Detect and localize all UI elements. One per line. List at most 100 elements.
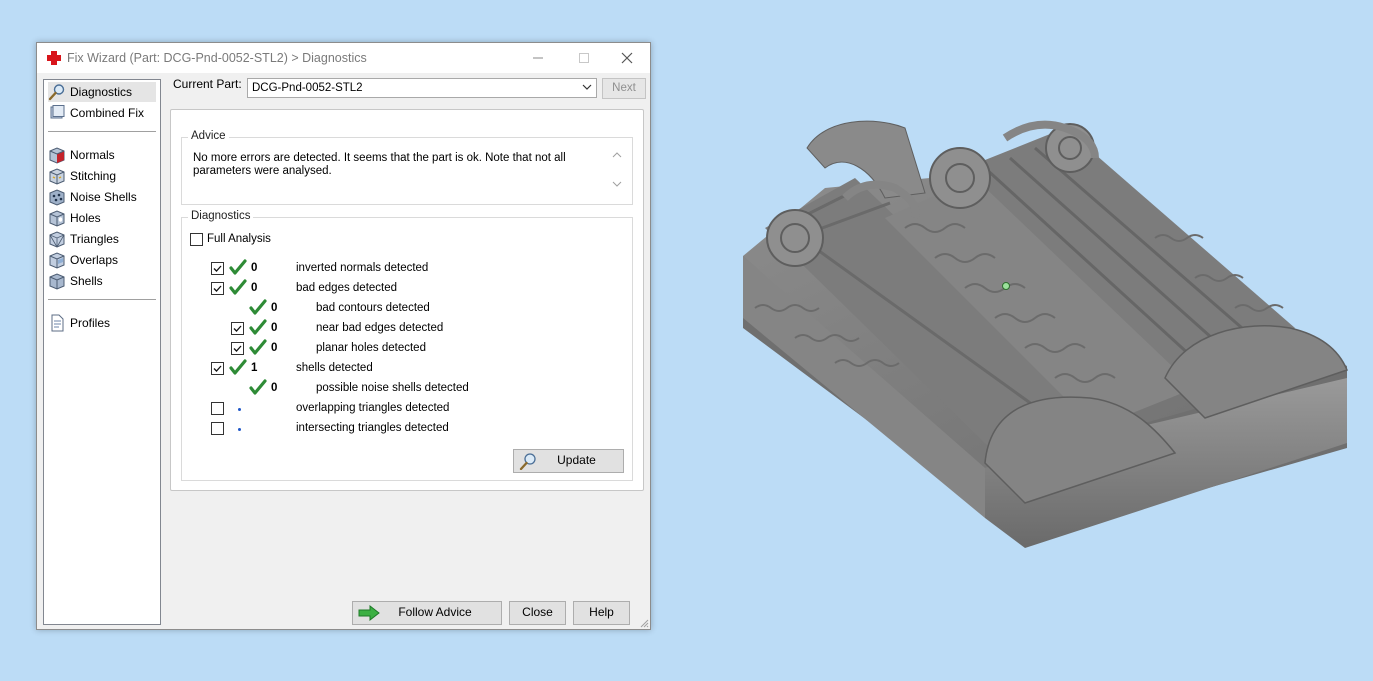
sidebar-divider [48,131,156,132]
sidebar-item-label: Combined Fix [70,106,145,120]
close-icon [621,52,633,64]
minimize-button[interactable] [515,43,561,73]
maximize-icon [579,53,589,63]
shells-count: 1 [251,362,258,374]
green-check-icon [249,339,267,355]
intersecting-triangles-label: intersecting triangles detected [296,422,449,434]
full-analysis-label: Full Analysis [207,233,271,245]
close-window-button[interactable] [604,43,650,73]
sidebar-item-shells[interactable]: Shells [48,271,156,291]
near-bad-edges-label: near bad edges detected [316,322,444,334]
sidebar-item-normals[interactable]: Normals [48,145,156,165]
sidebar-item-combined-fix[interactable]: Combined Fix [48,103,156,123]
near-bad-edges-checkbox[interactable] [231,322,244,335]
sidebar-item-label: Profiles [70,316,111,330]
not-analysed-dot-icon [238,428,241,431]
bad-edges-count: 0 [251,282,258,294]
green-check-icon [229,259,247,275]
follow-advice-label: Follow Advice [398,605,472,619]
advice-title: Advice [188,130,229,142]
maximize-button[interactable] [561,43,607,73]
resize-grip-icon[interactable] [639,618,649,628]
sidebar-item-profiles[interactable]: Profiles [48,313,156,333]
update-button[interactable]: Update [513,449,624,473]
inverted-normals-checkbox[interactable] [211,262,224,275]
fix-wizard-window: Fix Wizard (Part: DCG-Pnd-0052-STL2) > D… [36,42,651,630]
stitching-cube-icon [49,168,65,185]
combined-fix-icon [50,105,65,119]
green-check-icon [249,299,267,315]
bad-contours-count: 0 [271,302,278,314]
advice-group: Advice No more errors are detected. It s… [181,130,633,205]
normals-cube-icon [49,147,65,164]
sidebar-item-stitching[interactable]: Stitching [48,166,156,186]
follow-advice-button[interactable]: Follow Advice [352,601,502,625]
full-analysis-checkbox[interactable] [190,233,203,246]
magnifier-icon [519,453,536,470]
next-button[interactable]: Next [602,78,646,99]
checkmark-icon [233,345,242,352]
main-panel: Advice No more errors are detected. It s… [170,109,644,491]
checkmark-icon [213,285,222,292]
sidebar-item-diagnostics[interactable]: Diagnostics [48,82,156,102]
red-cross-app-icon [47,51,61,65]
minimize-icon [533,57,543,59]
bad-edges-label: bad edges detected [296,282,398,294]
green-arrow-right-icon [358,605,380,621]
scroll-up-icon[interactable] [612,150,622,158]
sidebar-item-triangles[interactable]: Triangles [48,229,156,249]
noise-shells-count: 0 [271,382,278,394]
intersecting-triangles-checkbox[interactable] [211,422,224,435]
green-check-icon [249,319,267,335]
noise-shells-icon [49,189,65,206]
not-analysed-dot-icon [238,408,241,411]
overlaps-cube-icon [49,252,65,269]
sidebar-item-label: Diagnostics [70,85,133,99]
shells-checkbox[interactable] [211,362,224,375]
sidebar-item-label: Stitching [70,169,117,183]
scroll-down-icon[interactable] [612,180,622,188]
bad-edges-checkbox[interactable] [211,282,224,295]
green-check-icon [229,359,247,375]
sidebar-item-label: Shells [70,274,103,288]
green-check-icon [249,379,267,395]
window-title: Fix Wizard (Part: DCG-Pnd-0052-STL2) > D… [67,51,367,65]
magnifier-icon [48,84,65,101]
diagnostics-group: Diagnostics Full Analysis 0 inverted nor… [181,210,633,481]
shells-cube-icon [49,273,65,290]
shells-label: shells detected [296,362,373,374]
sidebar-item-holes[interactable]: Holes [48,208,156,228]
inverted-normals-label: inverted normals detected [296,262,429,274]
3d-part-model[interactable] [735,108,1355,568]
help-button[interactable]: Help [573,601,630,625]
noise-shells-label: possible noise shells detected [316,382,469,394]
sidebar-item-label: Triangles [70,232,119,246]
overlapping-triangles-checkbox[interactable] [211,402,224,415]
close-button[interactable]: Close [509,601,566,625]
sidebar: Diagnostics Combined Fix Normals Stitchi… [43,79,161,625]
sidebar-item-label: Holes [70,211,101,225]
bad-contours-label: bad contours detected [316,302,430,314]
sidebar-item-label: Noise Shells [70,190,137,204]
sidebar-item-label: Normals [70,148,115,162]
sidebar-item-overlaps[interactable]: Overlaps [48,250,156,270]
current-part-label: Current Part: [173,77,242,91]
title-bar[interactable]: Fix Wizard (Part: DCG-Pnd-0052-STL2) > D… [37,43,650,73]
current-part-value: DCG-Pnd-0052-STL2 [252,82,363,94]
chevron-down-icon [582,84,592,90]
green-check-icon [229,279,247,295]
near-bad-edges-count: 0 [271,322,278,334]
overlapping-triangles-label: overlapping triangles detected [296,402,450,414]
planar-holes-count: 0 [271,342,278,354]
current-part-select[interactable]: DCG-Pnd-0052-STL2 [247,78,597,98]
checkmark-icon [233,325,242,332]
holes-cube-icon [49,210,65,227]
sidebar-item-noise-shells[interactable]: Noise Shells [48,187,156,207]
planar-holes-label: planar holes detected [316,342,426,354]
sidebar-item-label: Overlaps [70,253,119,267]
advice-text: No more errors are detected. It seems th… [193,152,566,177]
checkmark-icon [213,365,222,372]
planar-holes-checkbox[interactable] [231,342,244,355]
profiles-document-icon [51,314,64,332]
inverted-normals-count: 0 [251,262,258,274]
